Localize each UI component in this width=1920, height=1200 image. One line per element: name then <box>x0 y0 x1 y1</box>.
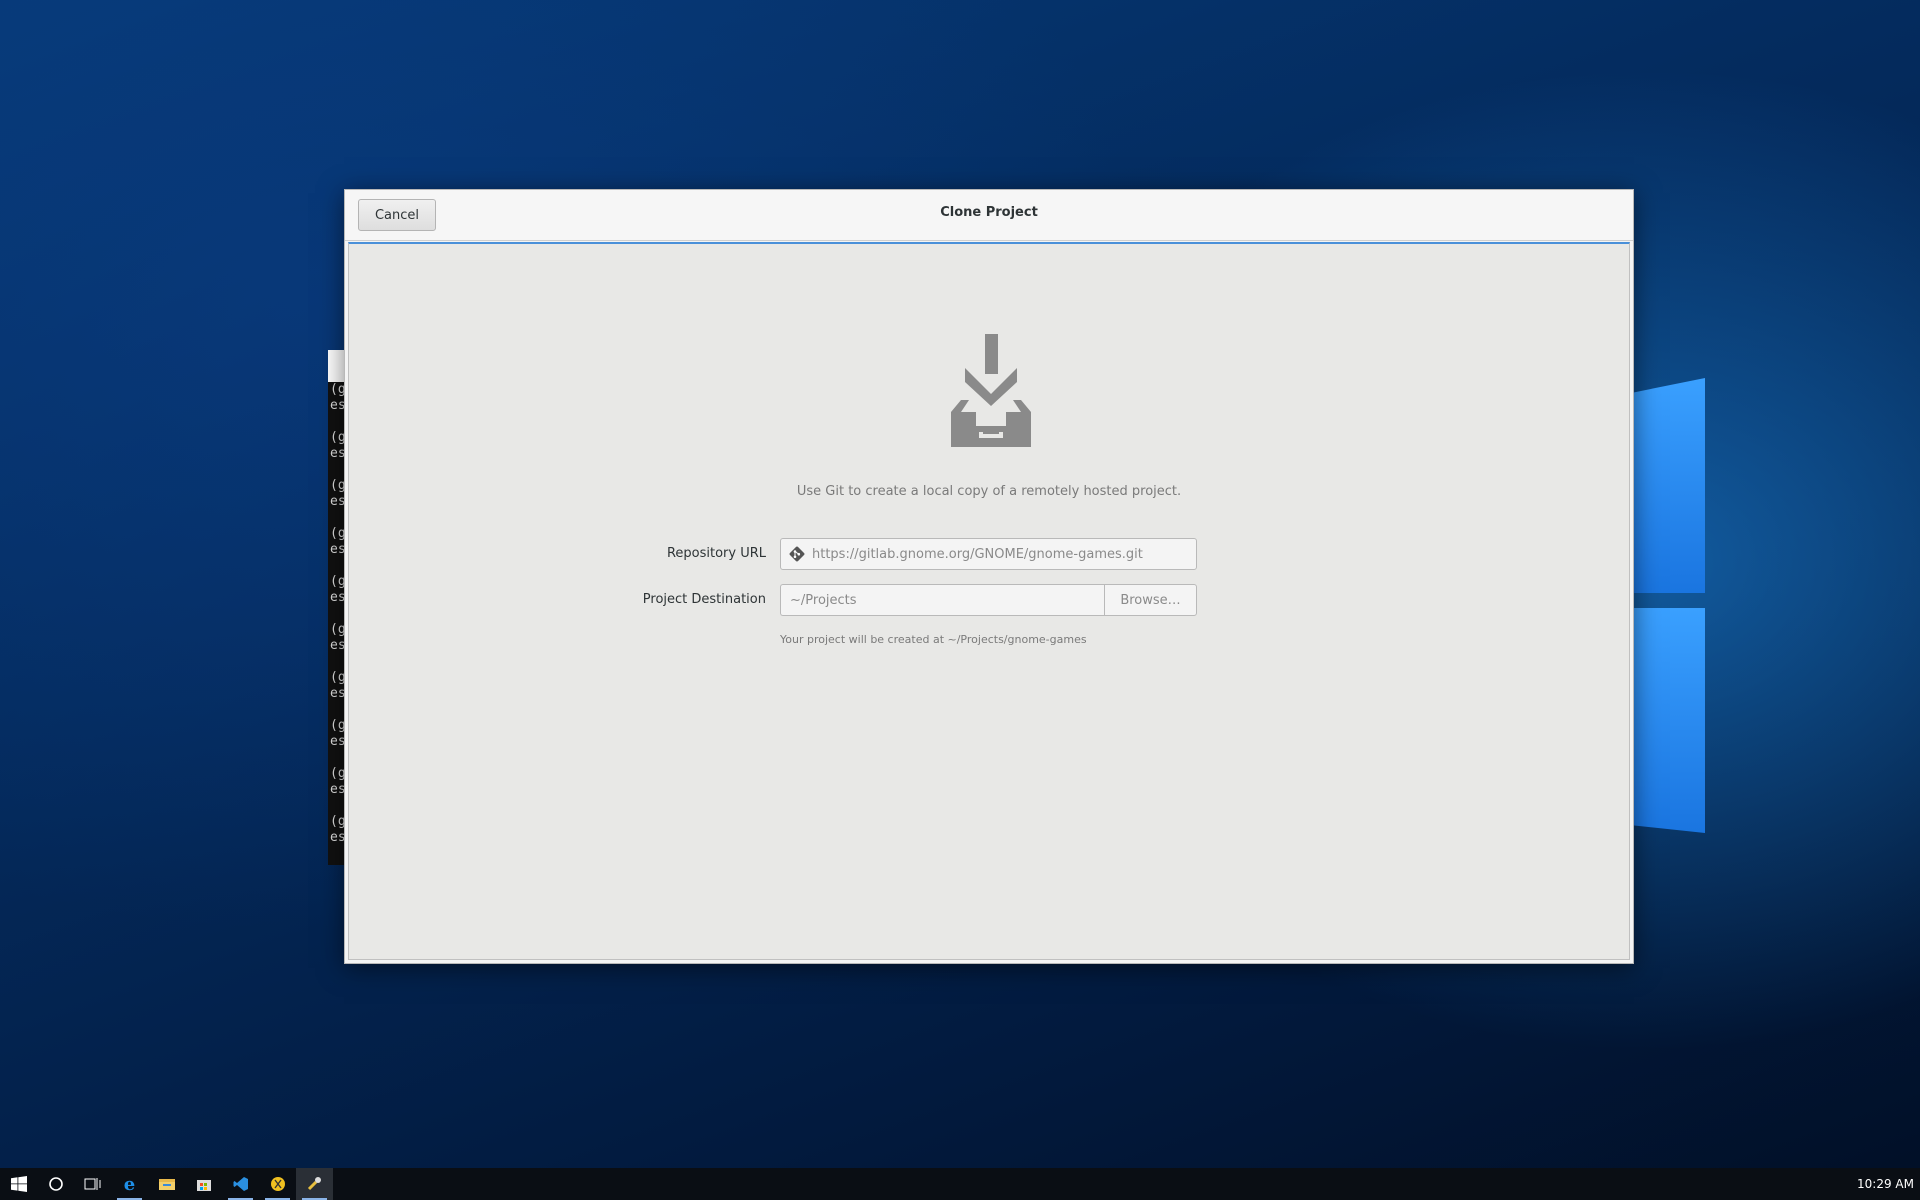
terminal-line: (g <box>330 814 344 829</box>
browse-button[interactable]: Browse… <box>1104 584 1197 616</box>
project-destination-input[interactable]: ~/Projects <box>780 584 1104 616</box>
terminal-line: (g <box>330 670 344 685</box>
background-terminal[interactable]: (g es (g es (g es (g es (g es (g es (g es (g es (g es (g es <box>328 350 344 865</box>
terminal-line: es <box>330 782 344 797</box>
terminal-line: es <box>330 590 344 605</box>
terminal-line: es <box>330 446 344 461</box>
app-yellow-icon[interactable] <box>259 1168 296 1200</box>
terminal-line: (g <box>330 430 344 445</box>
terminal-line: es <box>330 398 344 413</box>
dialog-header: Cancel Clone Project <box>345 190 1633 241</box>
terminal-line: es <box>330 830 344 845</box>
repository-url-label: Repository URL <box>666 546 766 561</box>
dialog-content: Use Git to create a local copy of a remo… <box>348 242 1630 960</box>
terminal-line: es <box>330 638 344 653</box>
file-explorer-icon[interactable] <box>148 1168 185 1200</box>
repository-url-input[interactable]: https://gitlab.gnome.org/GNOME/gnome-gam… <box>780 538 1197 570</box>
terminal-line: es <box>330 734 344 749</box>
git-icon <box>789 546 805 562</box>
taskbar: e 10:29 AM <box>0 1168 1920 1200</box>
vscode-icon[interactable] <box>222 1168 259 1200</box>
description-text: Use Git to create a local copy of a remo… <box>796 484 1182 499</box>
repository-url-placeholder: https://gitlab.gnome.org/GNOME/gnome-gam… <box>812 546 1143 562</box>
project-destination-label: Project Destination <box>642 592 766 607</box>
project-destination-value: ~/Projects <box>790 592 857 608</box>
terminal-line: (g <box>330 382 344 397</box>
terminal-line: es <box>330 494 344 509</box>
task-view-icon[interactable] <box>74 1168 111 1200</box>
taskbar-clock[interactable]: 10:29 AM <box>1857 1177 1914 1191</box>
terminal-line: (g <box>330 766 344 781</box>
windows-logo-wallpaper <box>1620 378 1820 838</box>
dialog-title: Clone Project <box>940 205 1038 220</box>
terminal-line: es <box>330 542 344 557</box>
store-icon[interactable] <box>185 1168 222 1200</box>
edge-icon[interactable]: e <box>111 1168 148 1200</box>
destination-hint: Your project will be created at ~/Projec… <box>780 633 1087 646</box>
clone-project-dialog: Cancel Clone Project Use Git to create a… <box>344 189 1634 964</box>
terminal-line: es <box>330 686 344 701</box>
terminal-line: (g <box>330 718 344 733</box>
terminal-line: (g <box>330 478 344 493</box>
download-inbox-icon <box>951 334 1031 447</box>
terminal-line: (g <box>330 622 344 637</box>
terminal-line: (g <box>330 526 344 541</box>
builder-icon[interactable] <box>296 1168 333 1200</box>
start-icon[interactable] <box>0 1168 37 1200</box>
search-icon[interactable] <box>37 1168 74 1200</box>
terminal-line: (g <box>330 574 344 589</box>
